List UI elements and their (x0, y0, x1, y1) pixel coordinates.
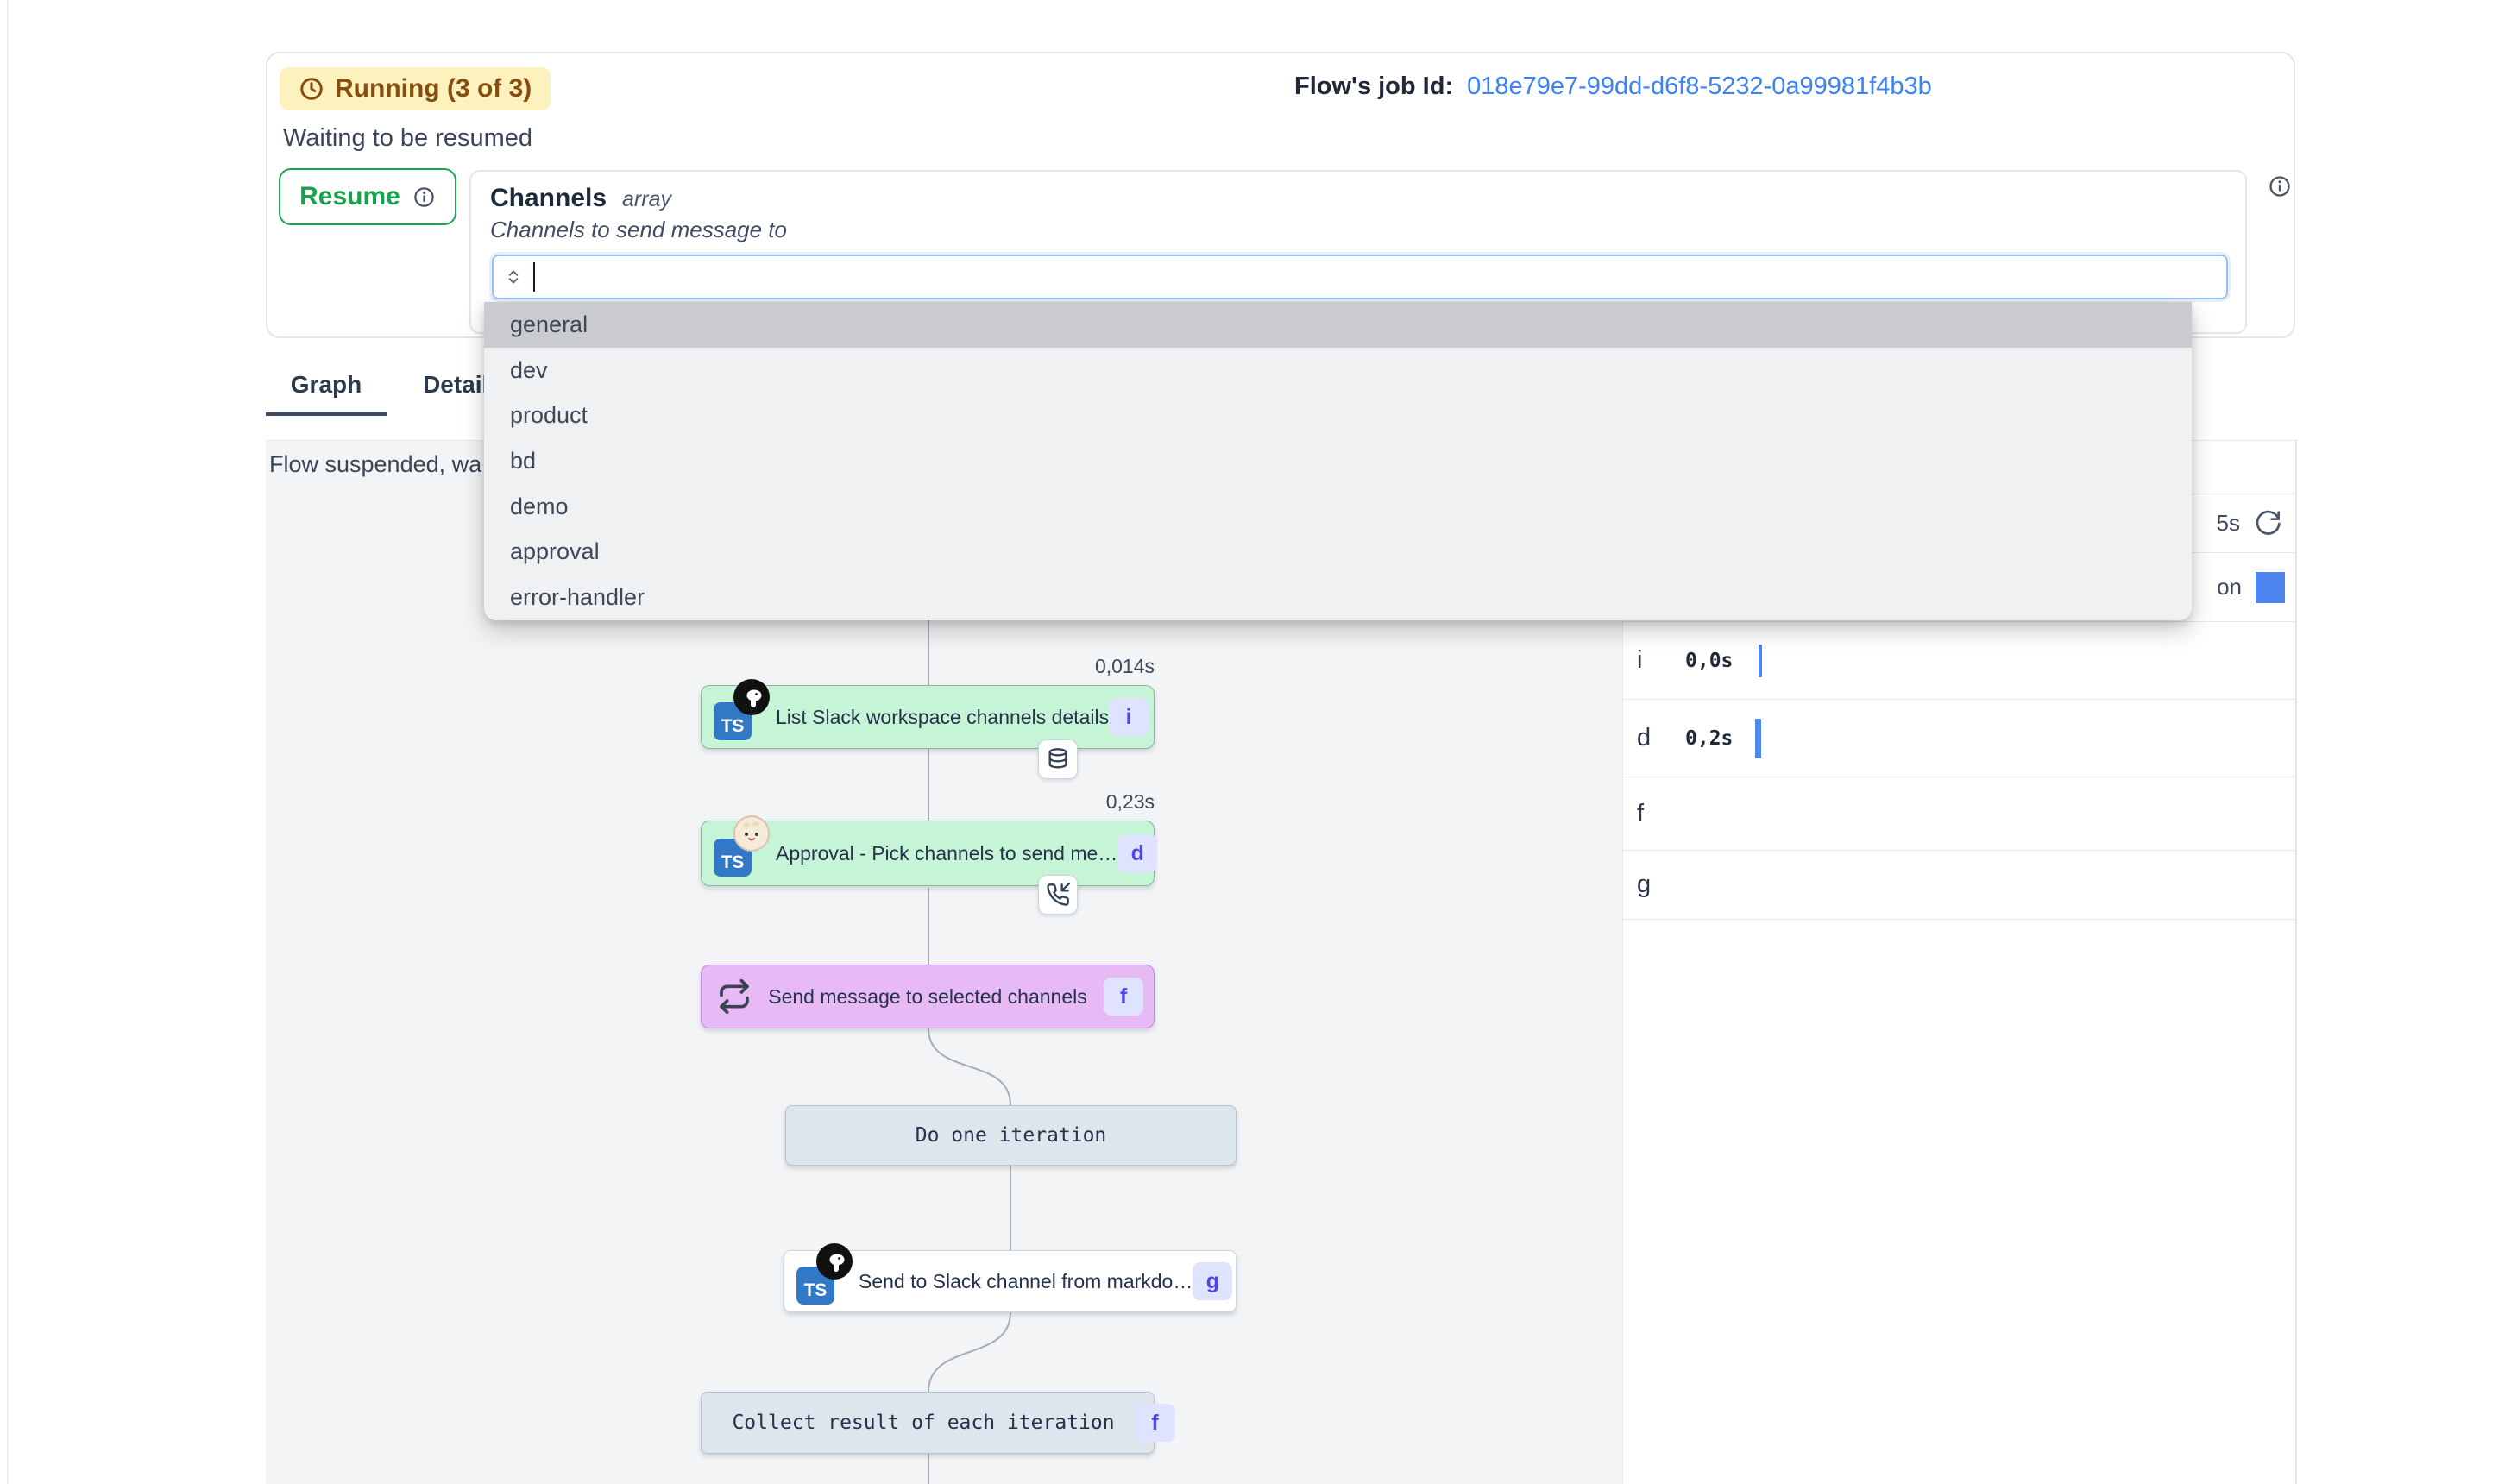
dropdown-option-demo[interactable]: demo (484, 484, 2192, 530)
deno-icon (733, 678, 771, 716)
info-icon (412, 186, 436, 209)
step-id-badge: f (1136, 1404, 1175, 1442)
field-description: Channels to send message to (490, 217, 787, 243)
chevron-updown-icon (502, 264, 525, 290)
node-send-to-slack[interactable]: TS Send to Slack channel from markdo… g (784, 1250, 1237, 1312)
node-label: Send message to selected channels (752, 985, 1104, 1009)
dropdown-option-error-handler[interactable]: error-handler (484, 575, 2192, 620)
tab-graph[interactable]: Graph (266, 371, 387, 416)
timeline-step-row[interactable]: g (1623, 851, 2295, 920)
timeline-total-duration: 5s (2217, 510, 2240, 537)
channels-dropdown: general dev product bd demo approval err… (484, 302, 2192, 620)
typescript-bun-icon: TS (714, 833, 776, 873)
deno-icon (815, 1242, 853, 1280)
bun-icon (733, 814, 771, 852)
timeline-step-duration: 0,2s (1685, 727, 1733, 750)
node-collect-result[interactable]: Collect result of each iteration f (701, 1392, 1155, 1454)
iteration-color-swatch (2256, 572, 2285, 603)
status-card: Running (3 of 3) Flow's job Id: 018e79e7… (266, 52, 2295, 338)
page-left-border (7, 0, 9, 1484)
refresh-icon[interactable] (2254, 510, 2281, 538)
node-forloop[interactable]: Send message to selected channels f (701, 965, 1155, 1028)
node-approval[interactable]: TS Approval - Pick channels to send me… … (701, 821, 1155, 886)
timeline-step-row[interactable]: i 0,0s (1623, 622, 2295, 700)
timeline-bar (1755, 719, 1761, 758)
status-badge: Running (3 of 3) (280, 67, 551, 110)
field-header: Channels array (490, 184, 671, 213)
node-label: Approval - Pick channels to send me… (776, 842, 1117, 865)
resume-button[interactable]: Resume (279, 168, 456, 225)
typescript-deno-icon: TS (796, 1261, 859, 1301)
timeline-step-id: d (1637, 724, 1666, 752)
timeline-bar (1759, 645, 1762, 677)
timeline-step-id: f (1637, 800, 1666, 828)
phone-incoming-icon[interactable] (1038, 875, 1078, 915)
channels-input[interactable] (492, 255, 2228, 299)
field-type: array (622, 187, 671, 212)
dropdown-option-dev[interactable]: dev (484, 348, 2192, 393)
status-badge-label: Running (3 of 3) (335, 74, 532, 104)
node-label: Do one iteration (786, 1124, 1236, 1147)
clock-icon (299, 76, 324, 102)
step-id-badge: d (1117, 834, 1157, 872)
timeline-empty-space (1623, 920, 2295, 1484)
node-timing: 0,23s (701, 790, 1155, 814)
node-label: Send to Slack channel from markdo… (859, 1270, 1193, 1293)
node-timing: 0,014s (701, 655, 1155, 678)
timeline-legend-label: on (2217, 574, 2242, 601)
job-id-label: Flow's job Id: (1294, 72, 1453, 101)
field-name: Channels (490, 184, 607, 213)
node-label: List Slack workspace channels details (776, 706, 1109, 729)
resume-button-label: Resume (299, 182, 400, 211)
dropdown-option-general[interactable]: general (484, 302, 2192, 348)
step-id-badge: i (1109, 698, 1149, 736)
timeline-step-row[interactable]: f (1623, 777, 2295, 851)
step-id-badge: f (1104, 978, 1143, 1016)
job-id-row: Flow's job Id: 018e79e7-99dd-d6f8-5232-0… (1294, 72, 1932, 101)
node-list-channels[interactable]: TS List Slack workspace channels details… (701, 685, 1155, 749)
dropdown-option-bd[interactable]: bd (484, 438, 2192, 484)
dropdown-option-approval[interactable]: approval (484, 530, 2192, 575)
timeline-step-duration: 0,0s (1685, 650, 1733, 672)
timeline-step-row[interactable]: d 0,2s (1623, 700, 2295, 777)
flow-run-page: Running (3 of 3) Flow's job Id: 018e79e7… (0, 0, 2511, 1484)
timeline-step-id: i (1637, 646, 1666, 675)
repeat-icon (717, 979, 752, 1014)
node-do-one-iteration[interactable]: Do one iteration (785, 1105, 1237, 1166)
node-label: Collect result of each iteration (732, 1412, 1114, 1434)
job-id-link[interactable]: 018e79e7-99dd-d6f8-5232-0a99981f4b3b (1467, 72, 1932, 101)
typescript-deno-icon: TS (714, 697, 776, 737)
waiting-status-text: Waiting to be resumed (283, 124, 532, 153)
schema-info-icon[interactable] (2268, 174, 2292, 198)
text-caret (533, 262, 535, 292)
step-id-badge: g (1193, 1262, 1232, 1300)
timeline-step-id: g (1637, 871, 1666, 899)
cache-icon[interactable] (1038, 739, 1078, 779)
dropdown-option-product[interactable]: product (484, 393, 2192, 438)
